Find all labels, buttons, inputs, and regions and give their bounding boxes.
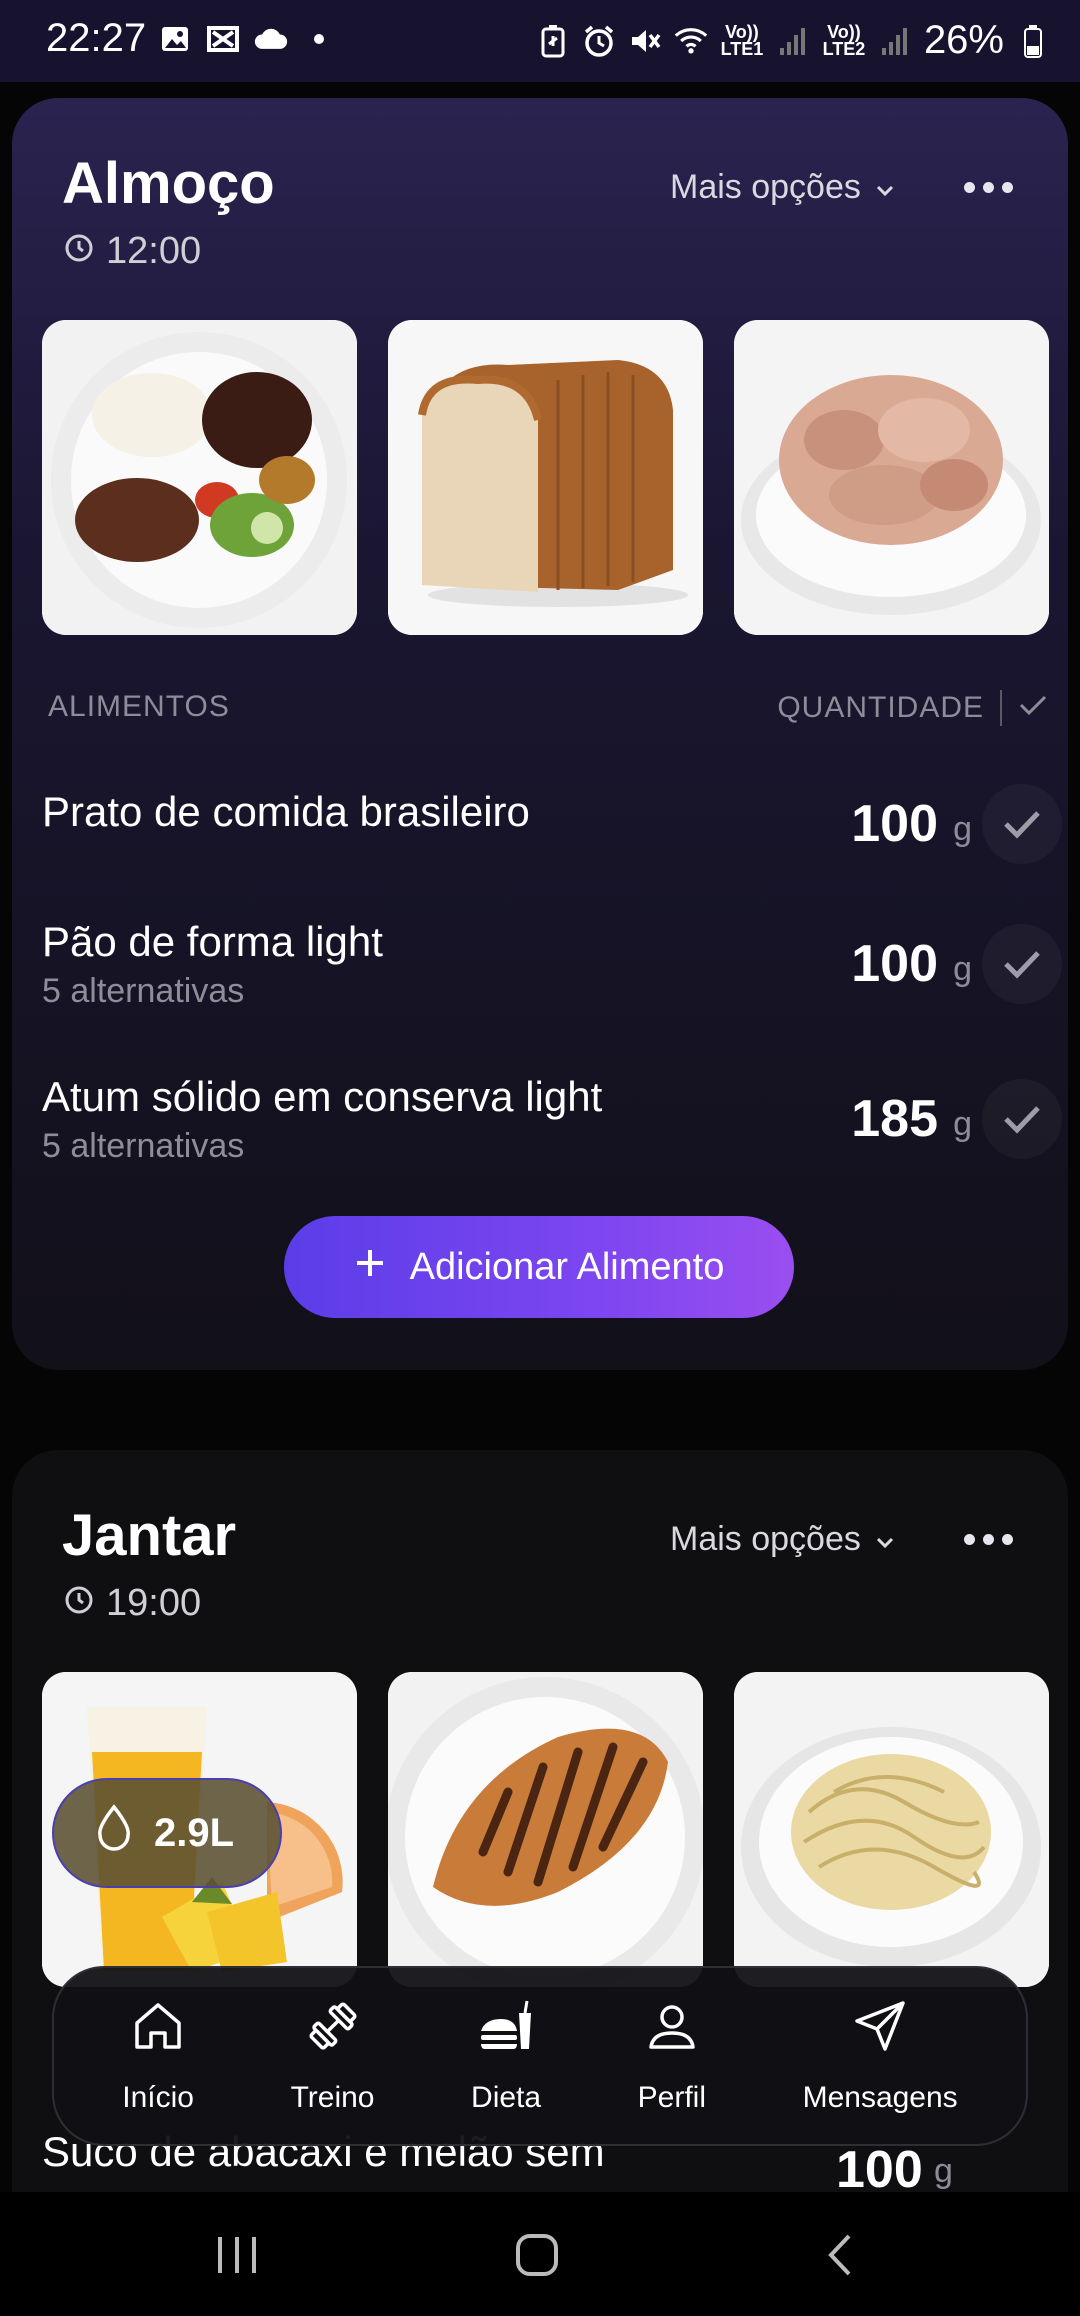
food-unit: g — [953, 950, 972, 988]
nav-label: Mensagens — [802, 2081, 958, 2114]
plus-icon — [354, 1246, 386, 1289]
more-menu-icon[interactable] — [964, 1534, 1013, 1545]
gallery-icon — [158, 22, 192, 56]
notification-icons — [158, 22, 336, 56]
food-name: Pão de forma light — [42, 918, 383, 965]
lte1-label: Vo)) LTE1 — [720, 21, 764, 59]
dot-icon — [302, 22, 336, 56]
meal-time: 19:00 — [64, 1582, 201, 1625]
food-list-header: ALIMENTOS QUANTIDADE — [48, 690, 1048, 726]
food-name: Prato de comida brasileiro — [42, 788, 530, 835]
nav-label: Treino — [290, 2081, 375, 2114]
meal-title: Jantar — [62, 1503, 237, 1568]
nav-item-treino[interactable]: Treino — [290, 1997, 375, 2115]
meal-time-value: 19:00 — [106, 1582, 202, 1624]
add-food-button[interactable]: Adicionar Alimento — [284, 1216, 794, 1318]
food-icon — [477, 1997, 535, 2063]
grilled-chicken-photo[interactable] — [388, 1672, 703, 1987]
recent-apps-icon[interactable] — [202, 2220, 272, 2290]
meal-card-lunch: Almoço 12:00 Mais opções ALIMENTOS QUANT… — [12, 98, 1068, 1370]
header-divider — [1000, 690, 1002, 726]
battery-percent: 26% — [923, 18, 1004, 62]
signal-1-icon — [776, 24, 810, 58]
food-unit: g — [934, 2152, 953, 2190]
battery-icon — [1016, 24, 1050, 58]
check-all-icon[interactable] — [1018, 691, 1048, 725]
nav-item-dieta[interactable]: Dieta — [471, 1997, 541, 2115]
food-alternatives[interactable]: 5 alternativas — [42, 1127, 244, 1166]
meal-photos — [42, 320, 1049, 635]
battery-saver-icon — [536, 24, 570, 58]
cloud-icon — [254, 22, 288, 56]
more-options-dropdown[interactable]: Mais opções — [670, 168, 895, 207]
water-drop-icon — [94, 1803, 134, 1863]
add-food-label: Adicionar Alimento — [409, 1245, 725, 1288]
food-amount[interactable]: 100 — [851, 794, 938, 854]
chevron-down-icon — [875, 1520, 895, 1559]
sliced-bread-photo[interactable] — [388, 320, 703, 635]
more-options-label: Mais opções — [670, 1520, 861, 1558]
check-icon[interactable] — [982, 924, 1062, 1004]
food-item[interactable]: Prato de comida brasileiro 100 g — [42, 784, 1062, 898]
spaghetti-photo[interactable] — [734, 1672, 1049, 1987]
nav-label: Dieta — [471, 2081, 542, 2114]
wifi-icon — [674, 24, 708, 58]
home-icon — [129, 1997, 187, 2063]
food-unit: g — [953, 1105, 972, 1143]
signal-2-icon — [878, 24, 912, 58]
mute-icon — [628, 24, 662, 58]
chevron-down-icon — [875, 168, 895, 207]
more-options-label: Mais opções — [670, 168, 861, 206]
food-unit: g — [953, 810, 972, 848]
system-icons: Vo)) LTE1 Vo)) LTE2 26% — [536, 18, 1050, 63]
food-amount[interactable]: 185 — [851, 1089, 938, 1149]
more-menu-icon[interactable] — [964, 182, 1013, 193]
water-value: 2.9L — [154, 1810, 235, 1855]
quantity-column-label: QUANTIDADE — [777, 691, 984, 724]
food-amount[interactable]: 100 — [851, 934, 938, 994]
clock-icon — [64, 1582, 94, 1625]
lte2-label: Vo)) LTE2 — [822, 21, 866, 59]
food-amount[interactable]: 100 — [836, 2140, 923, 2200]
more-options-dropdown[interactable]: Mais opções — [670, 1520, 895, 1559]
brazilian-plate-photo[interactable] — [42, 320, 357, 635]
meal-title: Almoço — [62, 151, 275, 216]
meal-time: 12:00 — [64, 230, 201, 273]
check-icon[interactable] — [982, 784, 1062, 864]
clock-icon — [64, 230, 94, 273]
capcut-icon — [206, 22, 240, 56]
nav-item-mensagens[interactable]: Mensagens — [803, 1997, 958, 2115]
check-icon[interactable] — [982, 1079, 1062, 1159]
nav-label: Perfil — [637, 2081, 707, 2114]
foods-column-label: ALIMENTOS — [48, 690, 230, 723]
dumbbell-icon — [304, 1997, 362, 2063]
person-icon — [643, 1997, 701, 2063]
send-icon — [851, 1997, 909, 2063]
nav-label: Início — [122, 2081, 194, 2114]
system-navigation-bar — [0, 2192, 1080, 2316]
status-bar: 22:27 Vo)) LTE1 Vo)) LTE2 26% — [0, 0, 1080, 82]
meal-time-value: 12:00 — [106, 230, 202, 272]
food-alternatives[interactable]: 5 alternativas — [42, 972, 244, 1011]
nav-item-inicio[interactable]: Início — [122, 1997, 194, 2115]
alarm-icon — [582, 24, 616, 58]
back-icon[interactable] — [806, 2220, 876, 2290]
food-item[interactable]: Atum sólido em conserva light 5 alternat… — [42, 1073, 1062, 1183]
bottom-navigation: Início Treino Dieta Perfil Mensagens — [52, 1966, 1028, 2146]
water-intake-pill[interactable]: 2.9L — [52, 1778, 282, 1888]
food-item[interactable]: Pão de forma light 5 alternativas 100 g — [42, 918, 1062, 1028]
food-name: Atum sólido em conserva light — [42, 1073, 603, 1120]
nav-item-perfil[interactable]: Perfil — [638, 1997, 706, 2115]
home-button-icon[interactable] — [502, 2220, 572, 2290]
status-time: 22:27 — [46, 16, 147, 60]
tuna-photo[interactable] — [734, 320, 1049, 635]
